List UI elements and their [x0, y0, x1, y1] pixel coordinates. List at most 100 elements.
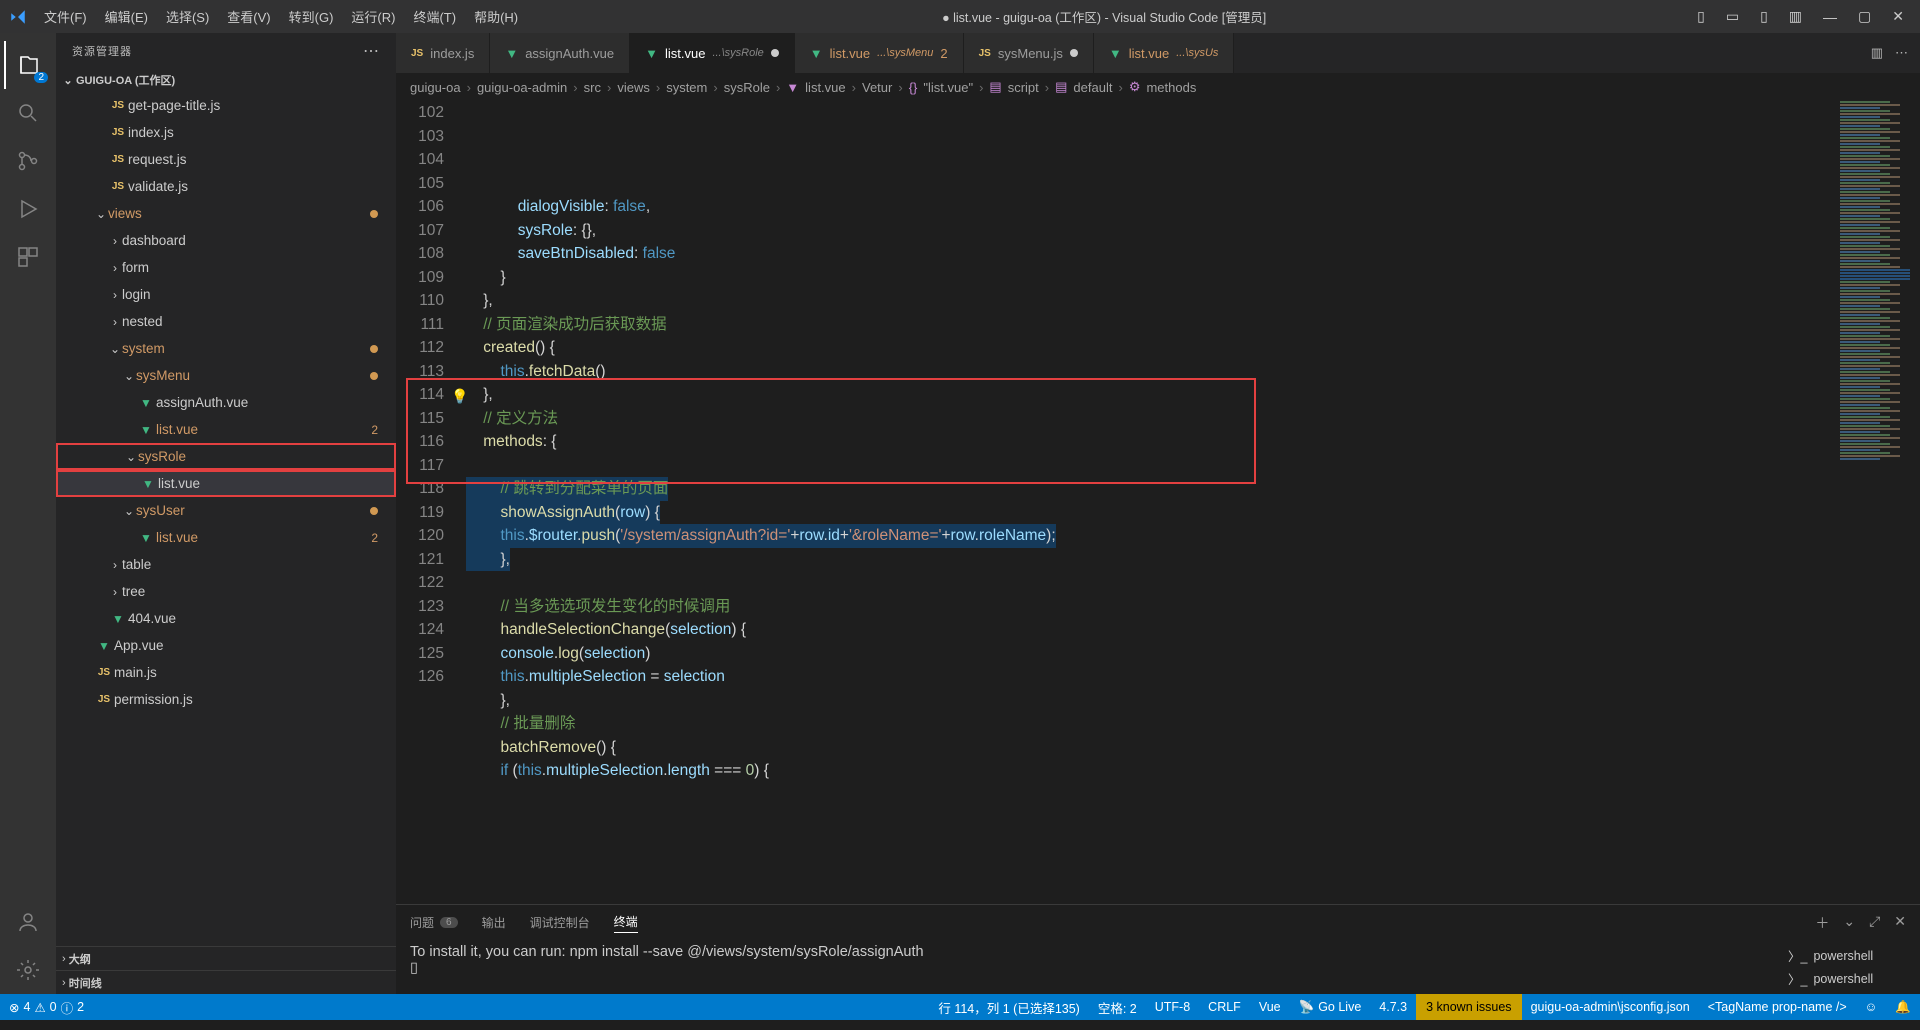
file-item[interactable]: ▼list.vue2 — [56, 524, 396, 551]
explorer-icon[interactable]: 2 — [4, 41, 52, 89]
breadcrumb-item[interactable]: views — [617, 80, 650, 95]
timeline-section[interactable]: › 时间线 — [56, 970, 396, 994]
file-item[interactable]: ▼list.vue2 — [56, 416, 396, 443]
breadcrumb-item[interactable]: guigu-oa — [410, 80, 461, 95]
layout-toggle-left-icon[interactable]: ▯ — [1689, 8, 1713, 25]
editor-tab[interactable]: ▼list.vue...\sysMenu2 — [795, 33, 964, 73]
terminal-instance[interactable]: 〉_powershell — [1788, 944, 1912, 967]
code-content[interactable]: 💡 dialogVisible: false, sysRole: {}, sav… — [466, 101, 1830, 904]
terminal-output[interactable]: To install it, you can run: npm install … — [396, 940, 1780, 994]
breadcrumb-item[interactable]: guigu-oa-admin — [477, 80, 567, 95]
menu-item[interactable]: 帮助(H) — [465, 7, 527, 26]
js-file-icon: JS — [108, 127, 128, 138]
breadcrumb-item[interactable]: script — [1008, 80, 1039, 95]
folder-item[interactable]: ›form — [56, 254, 396, 281]
code-area[interactable]: 1021031041051061071081091101111121131141… — [396, 101, 1920, 904]
file-item[interactable]: ▼404.vue — [56, 605, 396, 632]
js-file-icon: JS — [108, 181, 128, 192]
editor-tab[interactable]: JSindex.js — [396, 33, 490, 73]
folder-item[interactable]: ⌄sysRole — [56, 443, 396, 470]
extensions-icon[interactable] — [4, 233, 52, 281]
breadcrumb-item[interactable]: default — [1073, 80, 1112, 95]
folder-item[interactable]: ⌄system — [56, 335, 396, 362]
breadcrumb-item[interactable]: src — [584, 80, 601, 95]
layout-toggle-bottom-icon[interactable]: ▭ — [1718, 8, 1747, 25]
tab-debug-console[interactable]: 调试控制台 — [530, 914, 590, 931]
layout-toggle-right-icon[interactable]: ▯ — [1752, 8, 1776, 25]
folder-item[interactable]: ⌄views — [56, 200, 396, 227]
search-icon[interactable] — [4, 89, 52, 137]
file-item[interactable]: JSget-page-title.js — [56, 92, 396, 119]
folder-item[interactable]: ⌄sysUser — [56, 497, 396, 524]
folder-item[interactable]: ⌄sysMenu — [56, 362, 396, 389]
menu-item[interactable]: 选择(S) — [157, 7, 218, 26]
menu-item[interactable]: 文件(F) — [35, 7, 96, 26]
breadcrumb-item[interactable]: Vetur — [862, 80, 892, 95]
menu-item[interactable]: 终端(T) — [404, 7, 465, 26]
breadcrumb-item[interactable]: list.vue — [805, 80, 845, 95]
terminal-dropdown-icon[interactable]: ⌄ — [1843, 913, 1855, 933]
file-item[interactable]: ▼list.vue — [56, 470, 396, 497]
close-button[interactable]: ✕ — [1884, 8, 1912, 25]
status-jsconfig[interactable]: guigu-oa-admin\jsconfig.json — [1522, 1000, 1699, 1014]
outline-section[interactable]: › 大纲 — [56, 946, 396, 970]
breadcrumb-item[interactable]: system — [666, 80, 707, 95]
status-feedback-icon[interactable]: ☺ — [1856, 1000, 1887, 1014]
breadcrumb[interactable]: guigu-oa›guigu-oa-admin›src›views›system… — [396, 73, 1920, 101]
menu-item[interactable]: 编辑(E) — [96, 7, 157, 26]
menu-item[interactable]: 运行(R) — [342, 7, 404, 26]
status-tagname[interactable]: <TagName prop-name /> — [1699, 1000, 1856, 1014]
status-spaces[interactable]: 空格: 2 — [1089, 998, 1146, 1017]
status-known-issues[interactable]: 3 known issues — [1416, 994, 1521, 1020]
status-eol[interactable]: CRLF — [1199, 1000, 1250, 1014]
menu-item[interactable]: 查看(V) — [218, 7, 279, 26]
folder-item[interactable]: ›nested — [56, 308, 396, 335]
folder-item[interactable]: ›login — [56, 281, 396, 308]
file-item[interactable]: JSpermission.js — [56, 686, 396, 713]
status-language[interactable]: Vue — [1250, 1000, 1290, 1014]
file-item[interactable]: JSvalidate.js — [56, 173, 396, 200]
sidebar-more-icon[interactable]: ⋯ — [363, 41, 380, 61]
status-encoding[interactable]: UTF-8 — [1146, 1000, 1199, 1014]
maximize-panel-icon[interactable]: ⤢ — [1869, 913, 1880, 933]
source-control-icon[interactable] — [4, 137, 52, 185]
tab-more-icon[interactable]: ⋯ — [1895, 45, 1908, 61]
status-errors[interactable]: ⊗4 ⚠0 ⓘ2 — [0, 998, 93, 1017]
status-cursor[interactable]: 行 114，列 1 (已选择135) — [929, 998, 1088, 1017]
status-bell-icon[interactable]: 🔔 — [1886, 1000, 1920, 1015]
layout-customize-icon[interactable]: ▥ — [1781, 8, 1810, 25]
breadcrumb-item[interactable]: methods — [1146, 80, 1196, 95]
minimize-button[interactable]: — — [1815, 9, 1845, 25]
tab-terminal[interactable]: 终端 — [614, 913, 638, 933]
file-item[interactable]: JSmain.js — [56, 659, 396, 686]
run-debug-icon[interactable] — [4, 185, 52, 233]
folder-item[interactable]: ›table — [56, 551, 396, 578]
split-editor-icon[interactable]: ▥ — [1871, 45, 1883, 61]
file-item[interactable]: ▼assignAuth.vue — [56, 389, 396, 416]
editor-tab[interactable]: ▼assignAuth.vue — [490, 33, 630, 73]
status-golive[interactable]: 📡 Go Live — [1290, 1000, 1371, 1015]
menu-item[interactable]: 转到(G) — [280, 7, 343, 26]
status-version[interactable]: 4.7.3 — [1370, 1000, 1416, 1014]
lightbulb-icon[interactable]: 💡 — [451, 385, 468, 409]
breadcrumb-item[interactable]: sysRole — [724, 80, 770, 95]
editor-tab[interactable]: ▼list.vue...\sysRole — [630, 33, 795, 73]
close-panel-icon[interactable]: ✕ — [1894, 913, 1906, 933]
new-terminal-icon[interactable]: ＋ — [1815, 913, 1829, 933]
breadcrumb-item[interactable]: "list.vue" — [923, 80, 973, 95]
file-item[interactable]: JSrequest.js — [56, 146, 396, 173]
editor-tab[interactable]: JSsysMenu.js — [964, 33, 1094, 73]
tab-output[interactable]: 输出 — [482, 914, 506, 931]
folder-item[interactable]: ›tree — [56, 578, 396, 605]
folder-item[interactable]: ›dashboard — [56, 227, 396, 254]
settings-icon[interactable] — [4, 946, 52, 994]
editor-tab[interactable]: ▼list.vue...\sysUs — [1094, 33, 1235, 73]
maximize-button[interactable]: ▢ — [1850, 8, 1879, 25]
file-item[interactable]: JSindex.js — [56, 119, 396, 146]
tab-problems[interactable]: 问题6 — [410, 914, 458, 931]
account-icon[interactable] — [4, 898, 52, 946]
file-item[interactable]: ▼App.vue — [56, 632, 396, 659]
workspace-header[interactable]: ⌄ GUIGU-OA (工作区) — [56, 68, 396, 92]
terminal-instance[interactable]: 〉_powershell — [1788, 967, 1912, 990]
minimap[interactable] — [1830, 101, 1920, 904]
